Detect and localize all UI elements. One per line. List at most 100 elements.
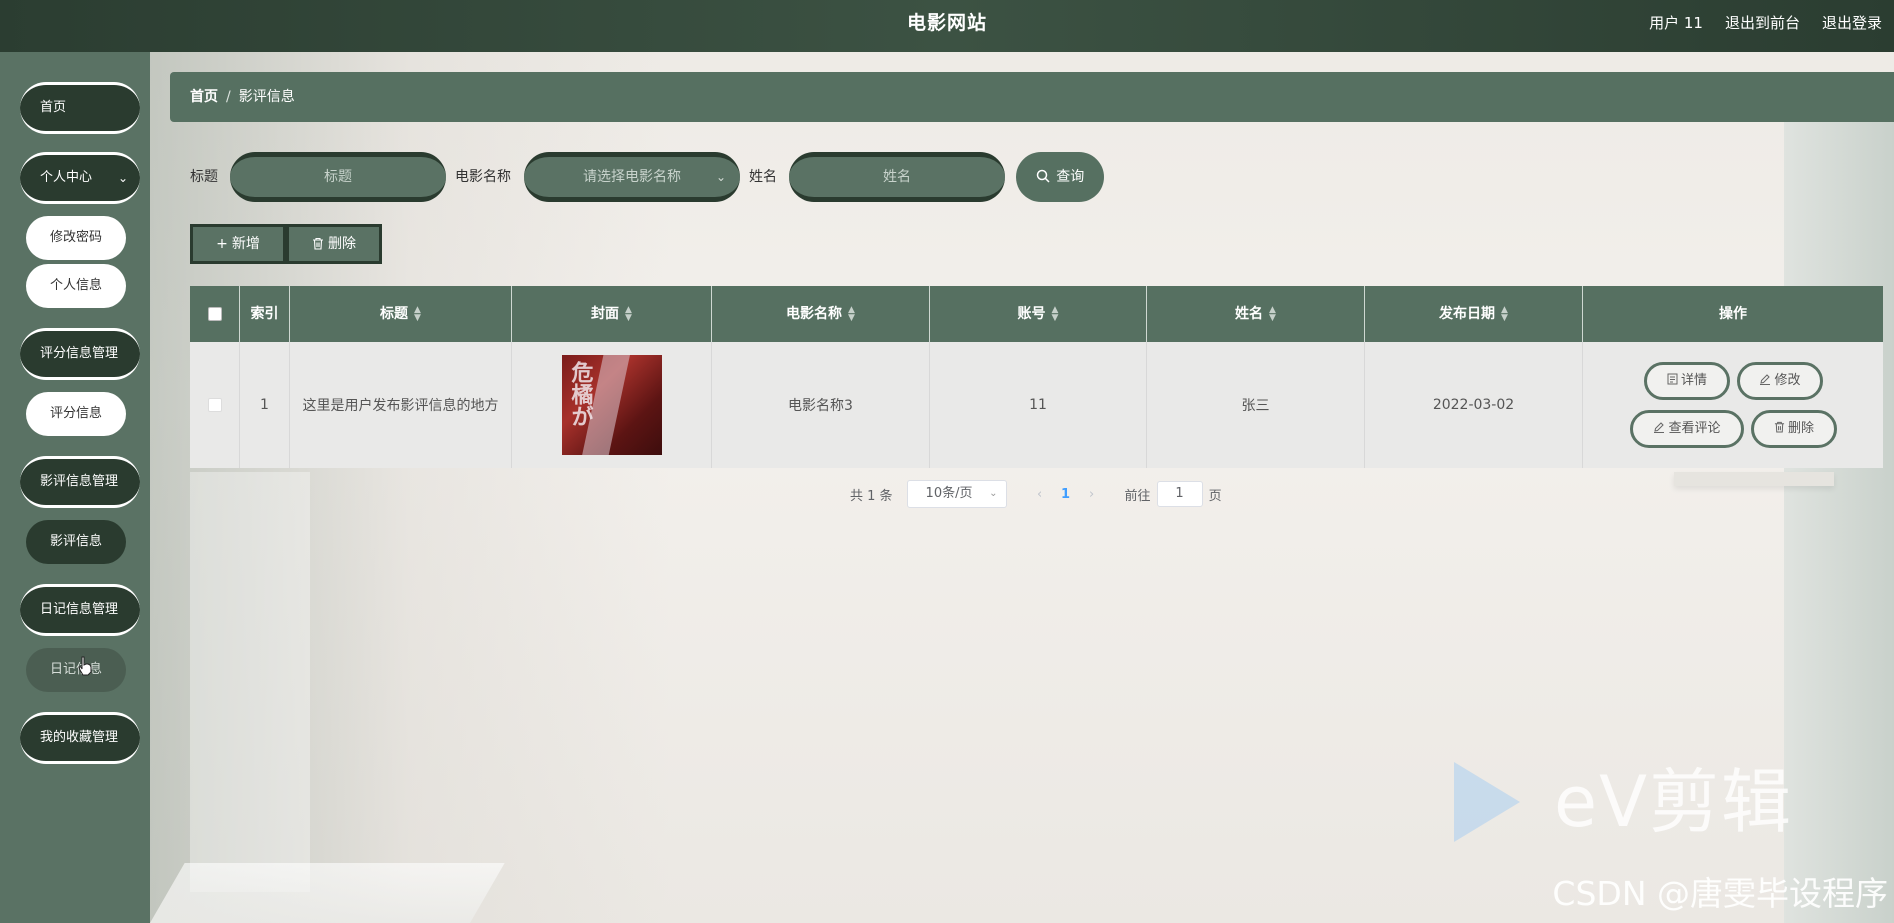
trash-icon xyxy=(313,237,323,250)
column-header-label: 电影名称 xyxy=(786,306,843,322)
movie-search-label: 电影名称 xyxy=(455,169,511,185)
cell-title: 这里是用户发布影评信息的地方 xyxy=(290,342,512,468)
logout-link[interactable]: 退出登录 xyxy=(1822,0,1882,46)
breadcrumb: 首页 / 影评信息 xyxy=(170,72,1894,122)
column-header-label: 标题 xyxy=(380,306,409,322)
movie-select-placeholder: 请选择电影名称 xyxy=(583,169,681,185)
cover-image-text: 危橘が xyxy=(567,361,593,427)
search-icon xyxy=(1036,169,1050,183)
sort-icon: ▲ ▼ xyxy=(625,305,632,323)
pagination: 共 1 条 10条/页 ⌄ ‹ 1 › 前往 1 页 xyxy=(850,480,1222,508)
sidebar-item-change-password[interactable]: 修改密码 xyxy=(26,216,126,260)
cell-account: 11 xyxy=(930,342,1147,468)
name-search-input[interactable]: 姓名 xyxy=(789,152,1005,202)
column-header-label: 姓名 xyxy=(1235,306,1264,322)
column-header-actions: 操作 xyxy=(1719,306,1747,322)
goto-label: 前往 xyxy=(1124,488,1151,504)
sidebar-item-personal-center[interactable]: 个人中心 ⌄ xyxy=(20,152,140,204)
background-window xyxy=(190,472,310,892)
edit-button-label: 修改 xyxy=(1774,373,1801,388)
sidebar-item-rating-management[interactable]: 评分信息管理 xyxy=(20,328,140,380)
table-row: 1 这里是用户发布影评信息的地方 危橘が 电影名称3 11 张三 2022-03… xyxy=(190,342,1883,468)
column-header-label: 封面 xyxy=(591,306,620,322)
query-button-label: 查询 xyxy=(1056,169,1085,185)
header-user-area: 用户 11 退出到前台 退出登录 xyxy=(1649,0,1882,46)
add-button[interactable]: + 新增 xyxy=(190,224,286,264)
detail-button[interactable]: 详情 xyxy=(1644,362,1730,400)
pagination-total: 共 1 条 xyxy=(850,488,893,504)
page-number[interactable]: 1 xyxy=(1051,487,1081,502)
trash-icon xyxy=(1774,421,1785,433)
sort-icon: ▲ ▼ xyxy=(414,305,421,323)
sidebar-item-label: 个人中心 xyxy=(40,170,93,185)
chevron-down-icon: ⌄ xyxy=(117,171,128,185)
add-button-label: 新增 xyxy=(231,236,260,252)
name-search-label: 姓名 xyxy=(749,169,777,185)
sidebar-item-personal-info[interactable]: 个人信息 xyxy=(26,264,126,308)
background-floor xyxy=(150,863,505,923)
delete-button[interactable]: 删除 xyxy=(286,224,382,264)
prev-page-icon[interactable]: ‹ xyxy=(1029,487,1051,502)
view-comments-button[interactable]: 查看评论 xyxy=(1630,410,1744,448)
breadcrumb-home[interactable]: 首页 xyxy=(190,89,218,105)
sort-icon: ▲ ▼ xyxy=(1501,305,1508,323)
column-header-label: 账号 xyxy=(1017,306,1046,322)
column-header-movie[interactable]: 电影名称 ▲ ▼ xyxy=(712,286,930,342)
select-all-checkbox[interactable] xyxy=(207,307,222,321)
column-header-cover[interactable]: 封面 ▲ ▼ xyxy=(512,286,712,342)
title-search-input[interactable]: 标题 xyxy=(230,152,446,202)
cover-image[interactable]: 危橘が xyxy=(561,355,662,455)
delete-button-label: 删除 xyxy=(328,236,356,252)
sort-icon: ▲ ▼ xyxy=(1269,305,1276,323)
sidebar-item-favorites-management[interactable]: 我的收藏管理 xyxy=(20,712,140,764)
sidebar: 首页 个人中心 ⌄ 修改密码 个人信息 评分信息管理 评分信息 影评信息管理 影… xyxy=(0,52,150,923)
column-header-label: 发布日期 xyxy=(1439,306,1496,322)
edit-button[interactable]: 修改 xyxy=(1737,362,1823,400)
pencil-icon xyxy=(1760,374,1771,385)
cell-movie: 电影名称3 xyxy=(712,342,930,468)
column-header-name[interactable]: 姓名 ▲ ▼ xyxy=(1147,286,1365,342)
hand-cursor-icon xyxy=(78,656,92,676)
breadcrumb-separator: / xyxy=(226,89,231,105)
column-header-account[interactable]: 账号 ▲ ▼ xyxy=(930,286,1147,342)
view-comments-button-label: 查看评论 xyxy=(1668,421,1721,436)
cell-index: 1 xyxy=(240,342,290,468)
cell-date: 2022-03-02 xyxy=(1365,342,1583,468)
sidebar-item-home[interactable]: 首页 xyxy=(20,82,140,134)
sort-icon: ▲ ▼ xyxy=(1051,305,1059,323)
page-size-value: 10条/页 xyxy=(925,486,973,501)
cell-cover: 危橘が xyxy=(512,342,712,468)
chevron-down-icon: ⌄ xyxy=(989,488,998,499)
ev-watermark: eV剪辑 xyxy=(1450,760,1810,850)
row-delete-button-label: 删除 xyxy=(1787,421,1814,436)
back-to-front-link[interactable]: 退出到前台 xyxy=(1725,0,1800,46)
chevron-down-icon: ⌄ xyxy=(715,170,726,184)
title-search-label: 标题 xyxy=(190,169,218,185)
breadcrumb-current: 影评信息 xyxy=(238,89,295,105)
cell-name: 张三 xyxy=(1147,342,1365,468)
sidebar-item-rating-info[interactable]: 评分信息 xyxy=(26,392,126,436)
document-icon xyxy=(1667,373,1678,385)
table-header: 索引 标题 ▲ ▼ 封面 ▲ ▼ 电影名称 ▲ ▼ 账号 ▲ ▼ 姓名 ▲ ▼ 发布日期 ▲ ▼ 操作 xyxy=(190,286,1883,342)
movie-select[interactable]: 请选择电影名称 ⌄ xyxy=(524,152,740,202)
sidebar-item-diary-info[interactable]: 日记信息 xyxy=(26,648,126,692)
sidebar-item-diary-management[interactable]: 日记信息管理 xyxy=(20,584,140,636)
csdn-watermark: CSDN @唐雯毕设程序 xyxy=(1552,874,1888,913)
page-suffix: 页 xyxy=(1208,488,1222,504)
pencil-icon xyxy=(1654,422,1665,433)
column-header-title[interactable]: 标题 ▲ ▼ xyxy=(290,286,512,342)
sidebar-item-review-info[interactable]: 影评信息 xyxy=(26,520,126,564)
site-title: 电影网站 xyxy=(906,12,987,34)
column-header-date[interactable]: 发布日期 ▲ ▼ xyxy=(1365,286,1583,342)
next-page-icon[interactable]: › xyxy=(1081,487,1103,502)
row-delete-button[interactable]: 删除 xyxy=(1751,410,1837,448)
query-button[interactable]: 查询 xyxy=(1016,152,1104,202)
sidebar-item-review-management[interactable]: 影评信息管理 xyxy=(20,456,140,508)
select-all-cell xyxy=(190,286,240,342)
play-icon xyxy=(1454,762,1520,842)
page-size-select[interactable]: 10条/页 ⌄ xyxy=(906,480,1007,508)
row-checkbox[interactable] xyxy=(207,398,222,412)
ev-watermark-text: eV剪辑 xyxy=(1554,761,1793,843)
goto-page-input[interactable]: 1 xyxy=(1156,481,1203,507)
cell-actions xyxy=(1583,342,1883,468)
